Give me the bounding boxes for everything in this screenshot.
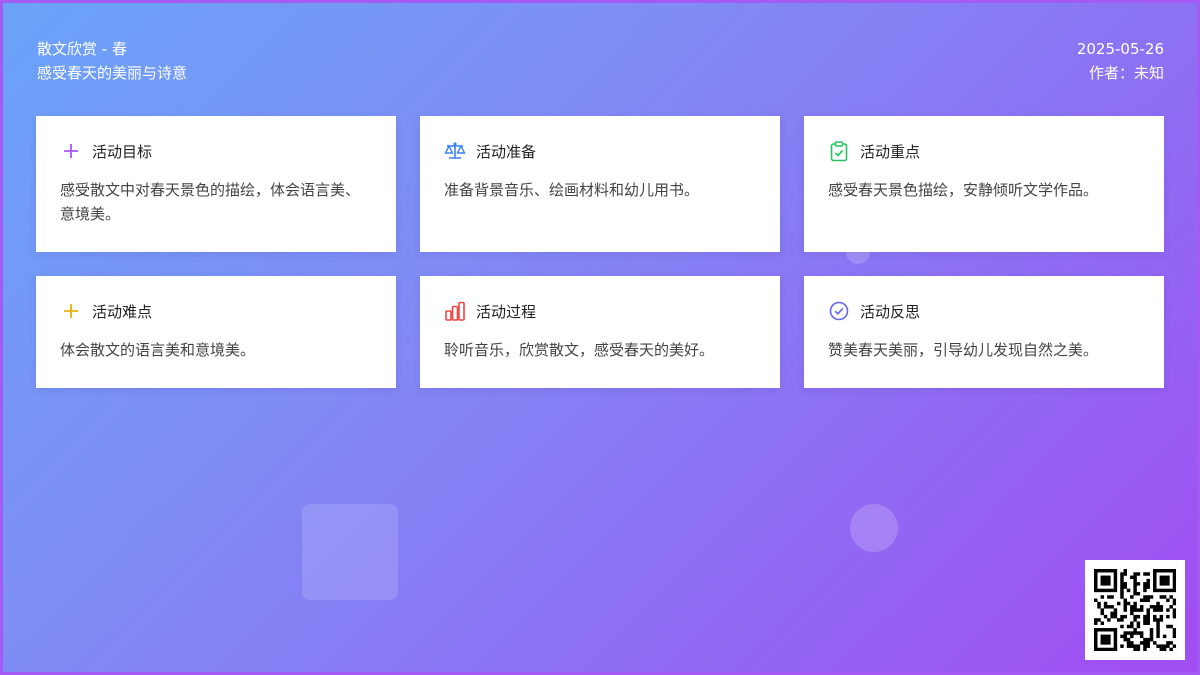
card-text: 聆听音乐，欣赏散文，感受春天的美好。 xyxy=(444,341,715,359)
decorative-square xyxy=(302,504,398,600)
card-activity-focus: 活动重点 感受春天景色描绘，安静倾听文学作品。 xyxy=(804,116,1164,252)
check-circle-icon xyxy=(828,300,850,322)
card-text: 赞美春天美丽，引导幼儿发现自然之美。 xyxy=(828,341,1099,359)
date-label: 2025-05-26 xyxy=(1076,40,1164,58)
card-activity-goal: 活动目标 感受散文中对春天景色的描绘，体会语言美、意境美。 xyxy=(36,116,396,252)
card-title: 活动目标 xyxy=(92,142,153,161)
author-label: 作者：未知 xyxy=(1088,64,1164,82)
card-title: 活动准备 xyxy=(476,142,537,161)
card-title: 活动反思 xyxy=(860,302,921,321)
decorative-circle xyxy=(850,504,898,552)
page-title: 散文欣赏 - 春 xyxy=(37,40,127,58)
page-subtitle: 感受春天的美丽与诗意 xyxy=(37,64,188,82)
card-text: 体会散文的语言美和意境美。 xyxy=(60,341,256,359)
card-text: 准备背景音乐、绘画材料和幼儿用书。 xyxy=(444,181,700,199)
card-activity-reflection: 活动反思 赞美春天美丽，引导幼儿发现自然之美。 xyxy=(804,276,1164,388)
card-activity-process: 活动过程 聆听音乐，欣赏散文，感受春天的美好。 xyxy=(420,276,780,388)
bar-chart-icon xyxy=(444,300,466,322)
card-activity-preparation: 活动准备 准备背景音乐、绘画材料和幼儿用书。 xyxy=(420,116,780,252)
card-grid: 活动目标 感受散文中对春天景色的描绘，体会语言美、意境美。 活动准备 准备背景音… xyxy=(36,116,1164,388)
plus-icon xyxy=(60,140,82,162)
scale-icon xyxy=(444,140,466,162)
card-title: 活动过程 xyxy=(476,302,537,321)
header-left: 散文欣赏 - 春 感受春天的美丽与诗意 xyxy=(37,37,187,85)
card-activity-difficulty: 活动难点 体会散文的语言美和意境美。 xyxy=(36,276,396,388)
card-text: 感受散文中对春天景色的描绘，体会语言美、意境美。 xyxy=(60,181,361,223)
card-title: 活动重点 xyxy=(860,142,921,161)
header-right: 2025-05-26 作者：未知 xyxy=(1077,37,1164,85)
plus-icon xyxy=(60,300,82,322)
qr-code xyxy=(1085,560,1185,660)
clipboard-check-icon xyxy=(828,140,850,162)
card-text: 感受春天景色描绘，安静倾听文学作品。 xyxy=(828,181,1099,199)
card-title: 活动难点 xyxy=(92,302,153,321)
